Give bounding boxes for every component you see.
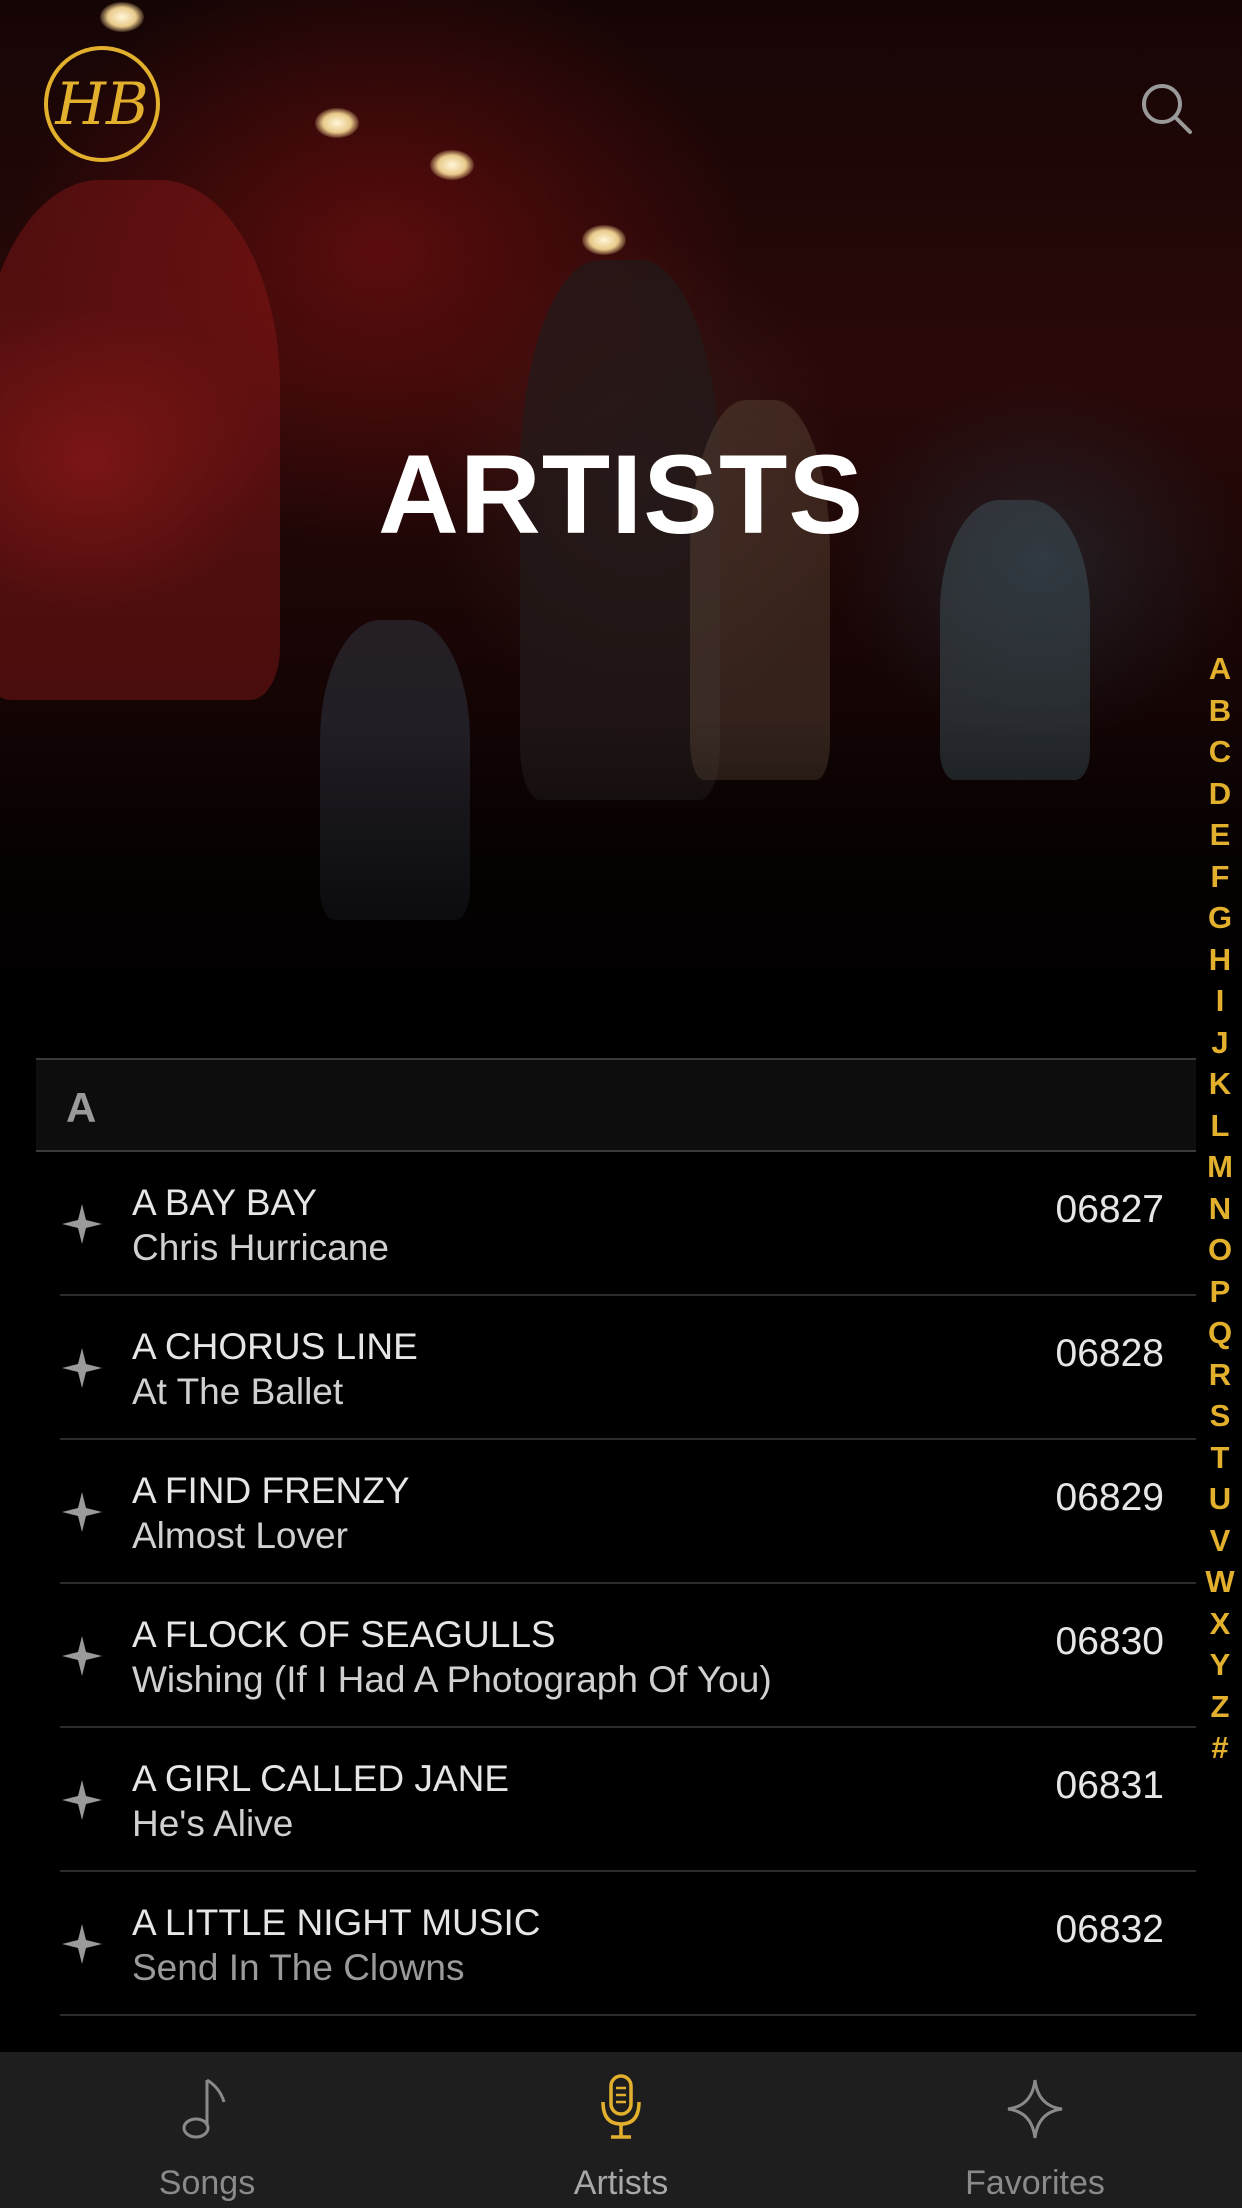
list-item[interactable]: A GIRL CALLED JANE He's Alive 06831	[60, 1728, 1196, 1872]
index-letter[interactable]: S	[1210, 1395, 1231, 1437]
index-letter[interactable]: V	[1210, 1520, 1231, 1562]
artist-name: A BAY BAY	[132, 1182, 318, 1223]
tab-label: Artists	[573, 2164, 669, 2202]
favorite-star-icon[interactable]	[60, 1202, 104, 1246]
song-number: 06831	[1055, 1764, 1164, 1807]
microphone-icon	[601, 2074, 641, 2139]
list-item[interactable]: A LITTLE NIGHT MUSIC Send In The Clowns …	[60, 1872, 1196, 2016]
song-title: At The Ballet	[132, 1371, 344, 1412]
artist-name: A FIND FRENZY	[132, 1470, 410, 1511]
section-header: A	[36, 1058, 1196, 1152]
section-letter: A	[66, 1084, 97, 1131]
index-letter[interactable]: W	[1205, 1561, 1234, 1603]
app-logo[interactable]: HB	[44, 46, 160, 162]
index-letter[interactable]: E	[1210, 814, 1231, 856]
tab-label: Songs	[158, 2164, 256, 2202]
artist-name: A FLOCK OF SEAGULLS	[132, 1614, 556, 1655]
favorite-star-icon[interactable]	[60, 1634, 104, 1678]
song-title: He's Alive	[132, 1803, 294, 1844]
index-letter[interactable]: U	[1209, 1478, 1231, 1520]
song-number: 06829	[1055, 1476, 1164, 1519]
favorite-star-icon[interactable]	[60, 1490, 104, 1534]
index-letter[interactable]: Z	[1211, 1686, 1230, 1728]
index-letter[interactable]: X	[1210, 1603, 1231, 1645]
artist-name: A CHORUS LINE	[132, 1326, 418, 1367]
index-letter[interactable]: T	[1211, 1437, 1230, 1479]
tab-label: Favorites	[965, 2164, 1105, 2202]
index-letter[interactable]: N	[1209, 1188, 1231, 1230]
index-letter[interactable]: B	[1209, 690, 1231, 732]
song-title: Send In The Clowns	[132, 1947, 465, 1988]
star-icon	[1007, 2079, 1063, 2139]
tab-songs[interactable]: Songs	[0, 2052, 414, 2208]
song-title: Almost Lover	[132, 1515, 348, 1556]
index-letter[interactable]: A	[1209, 648, 1231, 690]
index-letter[interactable]: L	[1211, 1105, 1230, 1147]
index-letter[interactable]: C	[1209, 731, 1231, 773]
favorite-star-icon[interactable]	[60, 1778, 104, 1822]
index-letter[interactable]: D	[1209, 773, 1231, 815]
song-number: 06830	[1055, 1620, 1164, 1663]
index-letter[interactable]: F	[1211, 856, 1230, 898]
favorite-star-icon[interactable]	[60, 1346, 104, 1390]
page-title: ARTISTS	[377, 432, 865, 557]
list-item[interactable]: A FLOCK OF SEAGULLS Wishing (If I Had A …	[60, 1584, 1196, 1728]
song-title: Chris Hurricane	[132, 1227, 390, 1268]
song-number: 06827	[1055, 1188, 1164, 1231]
index-letter[interactable]: H	[1209, 939, 1231, 981]
index-letter[interactable]: #	[1211, 1727, 1228, 1769]
index-letter[interactable]: J	[1211, 1022, 1228, 1064]
search-icon[interactable]	[1138, 80, 1194, 136]
tab-bar: Songs Artists Favorites	[0, 2052, 1242, 2208]
index-letter[interactable]: O	[1208, 1229, 1232, 1271]
song-number: 06832	[1055, 1908, 1164, 1951]
list-item[interactable]: A CHORUS LINE At The Ballet 06828	[60, 1296, 1196, 1440]
alphabet-index[interactable]: A B C D E F G H I J K L M N O P Q R S T …	[1198, 648, 1242, 1769]
index-letter[interactable]: Q	[1208, 1312, 1232, 1354]
index-letter[interactable]: I	[1216, 980, 1225, 1022]
list-item[interactable]: A BAY BAY Chris Hurricane 06827	[60, 1152, 1196, 1296]
index-letter[interactable]: Y	[1210, 1644, 1231, 1686]
list-item[interactable]: A FIND FRENZY Almost Lover 06829	[60, 1440, 1196, 1584]
music-note-icon	[182, 2078, 226, 2139]
song-title: Wishing (If I Had A Photograph Of You)	[132, 1659, 772, 1700]
tab-favorites[interactable]: Favorites	[828, 2052, 1242, 2208]
index-letter[interactable]: K	[1209, 1063, 1231, 1105]
index-letter[interactable]: P	[1210, 1271, 1231, 1313]
tab-artists[interactable]: Artists	[414, 2052, 828, 2208]
artist-name: A GIRL CALLED JANE	[132, 1758, 509, 1799]
favorite-star-icon[interactable]	[60, 1922, 104, 1966]
artist-name: A LITTLE NIGHT MUSIC	[132, 1902, 541, 1943]
index-letter[interactable]: G	[1208, 897, 1232, 939]
song-number: 06828	[1055, 1332, 1164, 1375]
artist-list: A BAY BAY Chris Hurricane 06827 A CHORUS…	[60, 1152, 1196, 2016]
index-letter[interactable]: M	[1207, 1146, 1233, 1188]
index-letter[interactable]: R	[1209, 1354, 1231, 1396]
